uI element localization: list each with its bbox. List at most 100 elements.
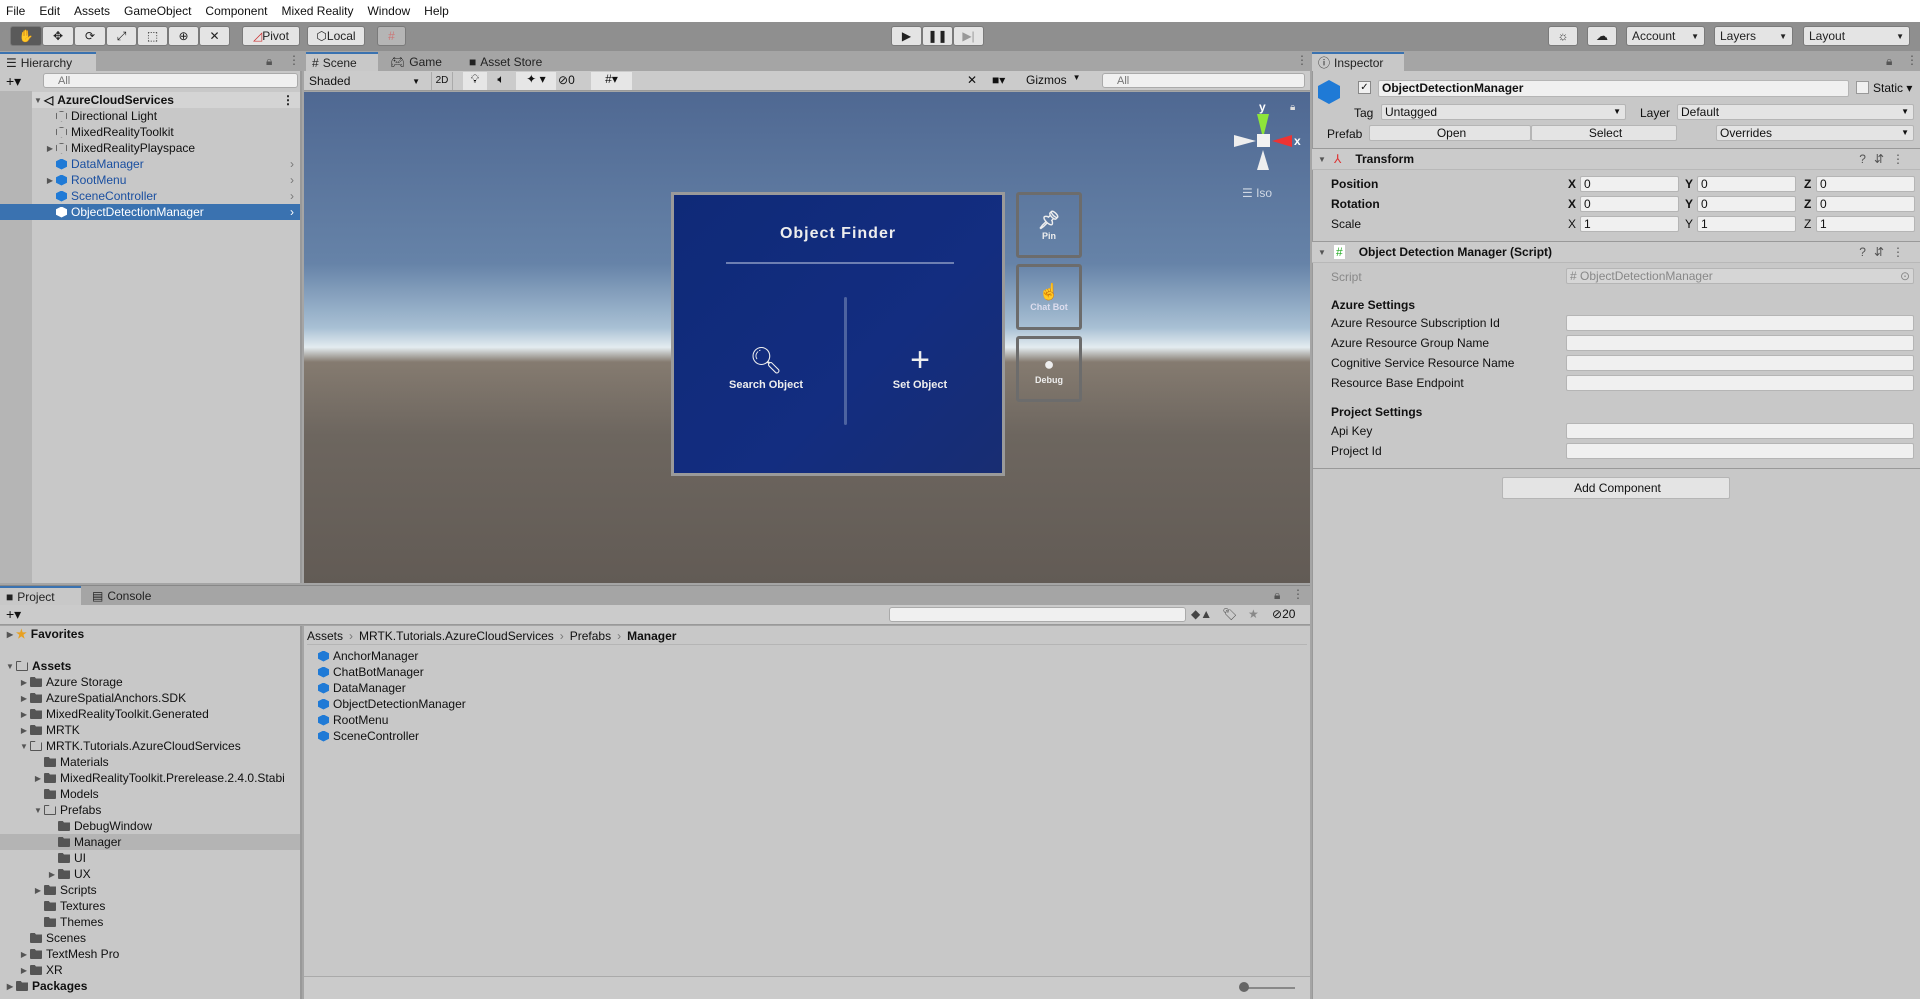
pin-button[interactable]: 📌︎ Pin	[1016, 192, 1082, 258]
text-input-field[interactable]	[1566, 375, 1914, 391]
account-dropdown[interactable]: Account ▼	[1626, 26, 1705, 46]
2d-toggle[interactable]: 2D	[431, 72, 453, 90]
expand-icon[interactable]: ▶	[18, 950, 30, 959]
lock-icon[interactable]: 🔒︎	[1274, 588, 1280, 603]
lock-icon[interactable]: 🔒︎	[1886, 54, 1892, 69]
project-asset-item[interactable]: ChatBotManager	[318, 664, 424, 680]
project-folder-item[interactable]: ▼ Assets	[0, 658, 300, 674]
lock-icon[interactable]: 🔒︎	[1290, 102, 1295, 113]
position-z-field[interactable]: 0	[1816, 176, 1915, 192]
hierarchy-item[interactable]: DataManager ›	[32, 156, 300, 172]
menu-assets[interactable]: Assets	[74, 4, 110, 18]
project-folder-item[interactable]: Models	[0, 786, 300, 802]
expand-icon[interactable]: ▼	[4, 662, 16, 671]
local-button[interactable]: ⬡ Local	[307, 26, 365, 46]
chevron-right-icon[interactable]: ›	[290, 189, 294, 203]
chevron-right-icon[interactable]: ›	[290, 205, 294, 219]
position-y-field[interactable]: 0	[1697, 176, 1796, 192]
project-asset-item[interactable]: SceneController	[318, 728, 419, 744]
project-search-input[interactable]	[889, 607, 1186, 622]
hierarchy-search-input[interactable]	[43, 73, 298, 88]
expand-icon[interactable]: ▶	[4, 630, 16, 639]
chat-bot-button[interactable]: ☝ Chat Bot	[1016, 264, 1082, 330]
scale-x-field[interactable]: 1	[1580, 216, 1679, 232]
rect-tool-icon[interactable]: ⬚	[137, 26, 168, 46]
hierarchy-item[interactable]: Directional Light	[32, 108, 300, 124]
tag-dropdown[interactable]: Untagged ▼	[1381, 104, 1626, 120]
scale-tool-icon[interactable]: ⤢	[106, 26, 137, 46]
z-axis-label[interactable]: Z	[1804, 196, 1811, 212]
icon-size-slider-handle[interactable]	[1239, 982, 1249, 992]
project-folder-item[interactable]: ▼ MRTK.Tutorials.AzureCloudServices	[0, 738, 300, 754]
project-folder-item[interactable]: Textures	[0, 898, 300, 914]
expand-icon[interactable]: ▼	[32, 806, 44, 815]
project-folder-item[interactable]: ▶ AzureSpatialAnchors.SDK	[0, 690, 300, 706]
object-name-field[interactable]: ObjectDetectionManager	[1378, 80, 1849, 97]
filter-by-type-icon[interactable]: ◆▲	[1191, 607, 1212, 621]
rotation-z-field[interactable]: 0	[1816, 196, 1915, 212]
pause-button[interactable]: ❚❚	[922, 26, 953, 46]
hierarchy-item[interactable]: MixedRealityToolkit	[32, 124, 300, 140]
effects-dropdown[interactable]: ✦ ▾	[516, 72, 556, 90]
breadcrumb-item[interactable]: Prefabs	[570, 629, 611, 643]
tools-icon[interactable]: ✕	[967, 73, 977, 87]
filter-by-label-icon[interactable]: 🏷︎	[1222, 607, 1237, 621]
more-icon[interactable]: ⋮	[1292, 587, 1304, 601]
hierarchy-item[interactable]: SceneController ›	[32, 188, 300, 204]
project-asset-item[interactable]: DataManager	[318, 680, 406, 696]
project-folder-item[interactable]: ▶ TextMesh Pro	[0, 946, 300, 962]
menu-help[interactable]: Help	[424, 4, 449, 18]
set-object-button[interactable]: + Set Object	[858, 343, 982, 391]
icon-size-slider-track[interactable]	[1243, 987, 1295, 989]
z-axis-label[interactable]: Z	[1804, 176, 1811, 192]
project-folder-item[interactable]: ▶ Scripts	[0, 882, 300, 898]
layer-dropdown[interactable]: Default ▼	[1677, 104, 1914, 120]
breadcrumb-item[interactable]: Manager	[627, 629, 676, 643]
expand-icon[interactable]: ▶	[18, 678, 30, 687]
snap-icon[interactable]: #	[377, 26, 406, 46]
text-input-field[interactable]	[1566, 443, 1914, 459]
static-checkbox[interactable]	[1856, 81, 1869, 94]
shading-dropdown[interactable]: Shaded ▼	[306, 73, 424, 89]
project-folder-item[interactable]: UI	[0, 850, 300, 866]
x-axis-label[interactable]: X	[1568, 176, 1576, 192]
z-axis-label[interactable]: Z	[1804, 216, 1811, 232]
project-folder-item[interactable]: ▶ MixedRealityToolkit.Prerelease.2.4.0.St…	[0, 770, 300, 786]
text-input-field[interactable]	[1566, 335, 1914, 351]
x-axis-label[interactable]: X	[1568, 196, 1576, 212]
y-axis-label[interactable]: Y	[1685, 196, 1693, 212]
add-icon[interactable]: +▾	[6, 73, 21, 90]
project-folder-item[interactable]: Manager	[0, 834, 300, 850]
layers-dropdown[interactable]: Layers ▼	[1714, 26, 1793, 46]
project-folder-item[interactable]: ▶ ★ Favorites	[0, 626, 300, 642]
more-icon[interactable]: ⋮	[1296, 53, 1308, 67]
overrides-dropdown[interactable]: Overrides ▼	[1716, 125, 1914, 141]
menu-gameobject[interactable]: GameObject	[124, 4, 191, 18]
transform-tool-icon[interactable]: ⊕	[168, 26, 199, 46]
position-x-field[interactable]: 0	[1580, 176, 1679, 192]
menu-window[interactable]: Window	[367, 4, 410, 18]
expand-icon[interactable]: ▶	[18, 710, 30, 719]
debug-button[interactable]: ● Debug	[1016, 336, 1082, 402]
expand-icon[interactable]: ▶	[44, 144, 56, 153]
tab-console[interactable]: ▤ Console	[86, 586, 162, 605]
add-icon[interactable]: +▾	[6, 606, 21, 623]
hierarchy-item[interactable]: ObjectDetectionManager ›	[0, 204, 300, 220]
scene-search-input[interactable]	[1102, 73, 1305, 88]
custom-tool-icon[interactable]: ✕	[199, 26, 230, 46]
expand-icon[interactable]: ▶	[44, 176, 56, 185]
grid-dropdown[interactable]: #▾	[591, 72, 632, 90]
cloud-icon[interactable]: ☁	[1587, 26, 1617, 46]
collab-icon[interactable]: ☼	[1548, 26, 1578, 46]
search-object-button[interactable]: 🔍︎ Search Object	[704, 345, 828, 391]
y-axis-label[interactable]: Y	[1685, 176, 1693, 192]
more-icon[interactable]: ⋮	[1906, 53, 1918, 67]
menu-edit[interactable]: Edit	[39, 4, 60, 18]
project-folder-item[interactable]: ▶ Packages	[0, 978, 300, 994]
scene-row[interactable]: ▼ ◁ AzureCloudServices ⋮	[32, 92, 300, 108]
lighting-icon[interactable]: 💡︎	[463, 72, 487, 90]
expand-icon[interactable]: ▶	[18, 694, 30, 703]
hierarchy-item[interactable]: ▶ MixedRealityPlayspace	[32, 140, 300, 156]
menu-file[interactable]: File	[6, 4, 25, 18]
project-folder-item[interactable]: Themes	[0, 914, 300, 930]
